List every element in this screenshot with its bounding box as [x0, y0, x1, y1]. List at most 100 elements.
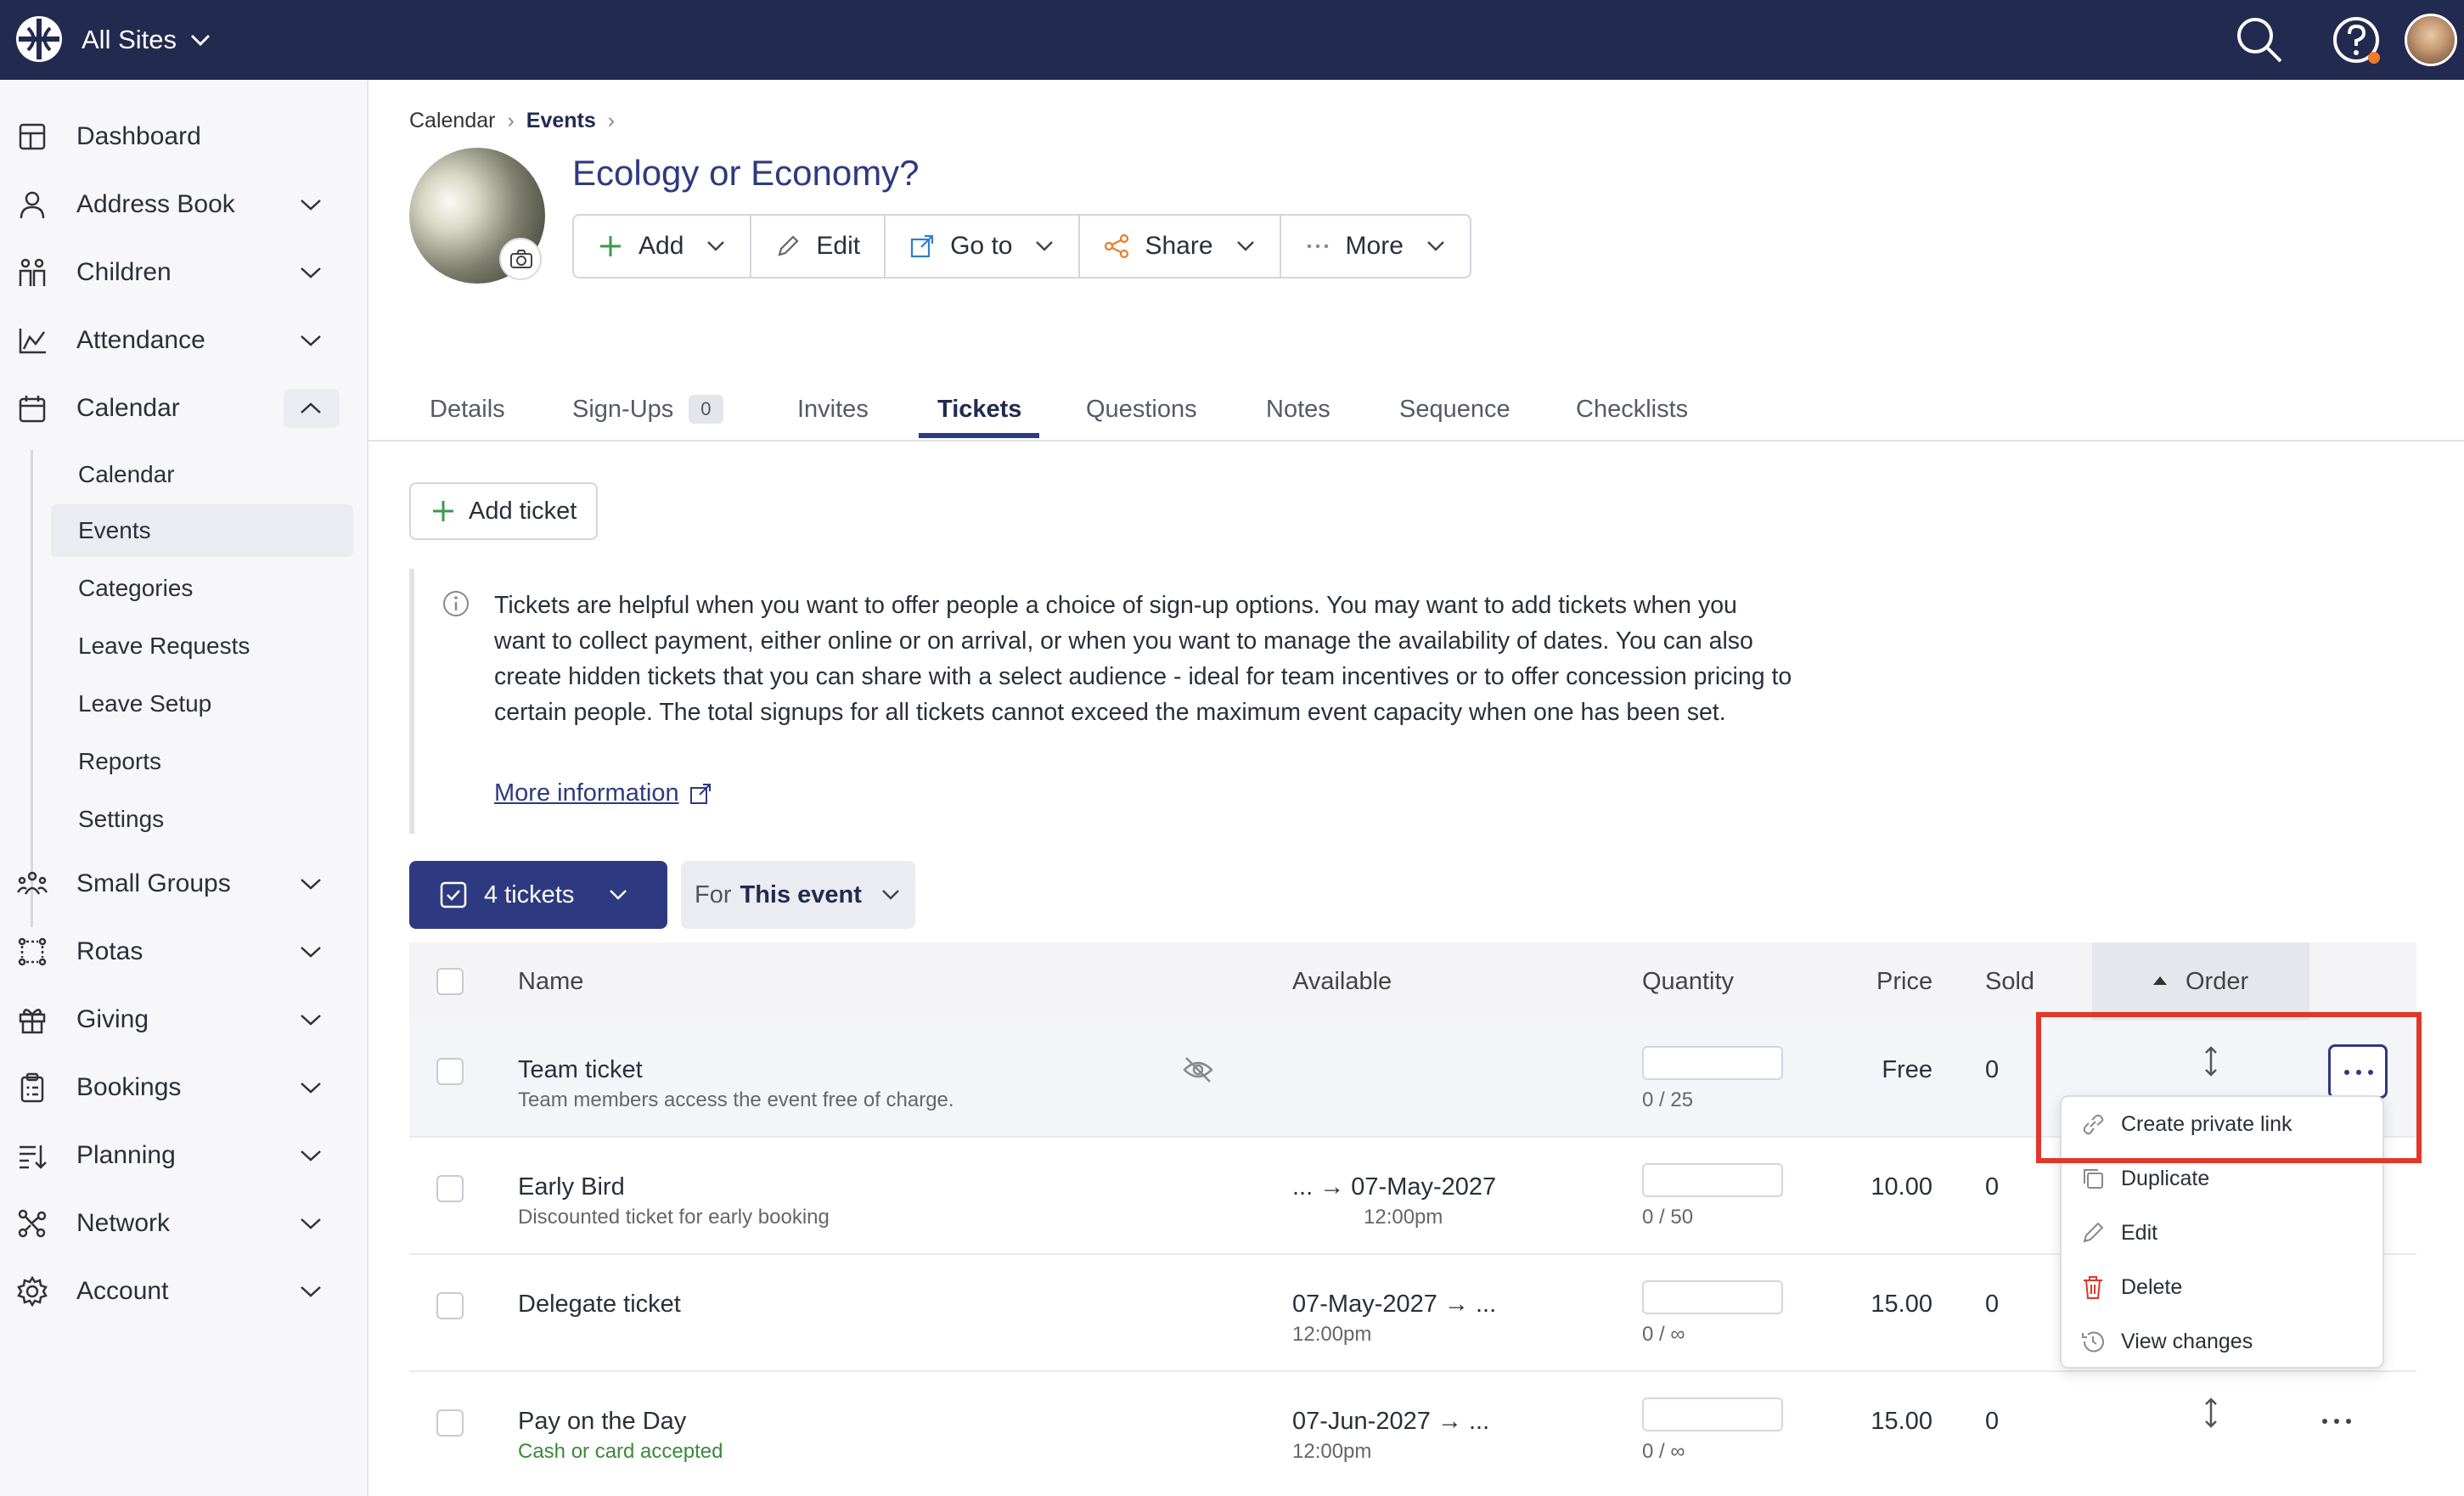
tab-tickets[interactable]: Tickets	[937, 377, 1021, 441]
row-checkbox[interactable]	[436, 1175, 464, 1202]
more-button[interactable]: More	[1281, 216, 1470, 277]
menu-item-view-changes[interactable]: View changes	[2062, 1314, 2386, 1369]
column-header-order[interactable]: Order	[2092, 942, 2309, 1021]
quantity-text: 0 / 50	[1642, 1206, 1694, 1229]
event-toolbar: Add Edit Go to Share More	[572, 214, 1471, 278]
external-link-icon	[910, 234, 934, 258]
brand-logo-icon[interactable]	[14, 14, 65, 65]
pencil-icon	[778, 235, 799, 256]
gift-icon	[19, 1009, 46, 1034]
chevron-down-icon[interactable]	[299, 1213, 323, 1234]
menu-item-delete[interactable]: Delete	[2062, 1260, 2386, 1314]
change-photo-button[interactable]	[499, 238, 542, 280]
edit-button[interactable]: Edit	[751, 216, 886, 277]
site-switcher[interactable]: All Sites	[82, 20, 211, 59]
sidebar-item-small-groups[interactable]: Small Groups	[0, 854, 368, 914]
subnav-item-reports[interactable]: Reports	[51, 735, 353, 788]
network-icon	[18, 1209, 47, 1238]
price-text: 15.00	[1871, 1408, 1932, 1435]
sidebar: Dashboard Address Book Children Attendan…	[0, 80, 368, 1496]
add-ticket-button[interactable]: Add ticket	[409, 482, 598, 540]
quantity-bar	[1642, 1398, 1783, 1431]
chevron-down-icon[interactable]	[299, 262, 323, 283]
sidebar-item-calendar[interactable]: Calendar	[0, 379, 368, 438]
subnav-item-categories[interactable]: Categories	[51, 562, 353, 615]
sidebar-item-attendance[interactable]: Attendance	[0, 311, 368, 370]
external-link-icon	[689, 783, 711, 804]
row-checkbox[interactable]	[436, 1292, 464, 1319]
sidebar-item-account[interactable]: Account	[0, 1262, 368, 1321]
column-header-price[interactable]: Price	[1876, 942, 1932, 1021]
search-icon[interactable]	[2233, 14, 2286, 66]
highlight-annotation	[2036, 1012, 2422, 1163]
more-information-label: More information	[494, 779, 679, 807]
info-text: Tickets are helpful when you want to off…	[494, 592, 1792, 726]
tab-details[interactable]: Details	[430, 377, 505, 441]
column-header-sold[interactable]: Sold	[1985, 942, 2034, 1021]
chevron-down-icon[interactable]	[299, 874, 323, 894]
table-row[interactable]: Pay on the Day Cash or card accepted 07-…	[409, 1372, 2416, 1489]
chevron-down-icon[interactable]	[299, 330, 323, 351]
chevron-down-icon[interactable]	[299, 1077, 323, 1098]
column-header-available[interactable]: Available	[1292, 942, 1392, 1021]
hidden-eye-icon	[1183, 1057, 1213, 1083]
chevron-down-icon[interactable]	[299, 942, 323, 962]
sidebar-item-label: Small Groups	[76, 869, 231, 897]
sidebar-item-dashboard[interactable]: Dashboard	[0, 107, 368, 166]
tab-sequence[interactable]: Sequence	[1399, 377, 1510, 441]
info-panel: Tickets are helpful when you want to off…	[409, 569, 1793, 834]
availability-time: 12:00pm	[1364, 1206, 1443, 1229]
menu-item-edit[interactable]: Edit	[2062, 1206, 2386, 1260]
chevron-down-icon[interactable]	[299, 1010, 323, 1030]
tab-sign-ups[interactable]: Sign-Ups 0	[572, 377, 723, 441]
row-checkbox[interactable]	[436, 1409, 464, 1437]
help-icon[interactable]	[2330, 14, 2382, 66]
sidebar-item-label: Calendar	[76, 394, 180, 422]
breadcrumb-calendar-link[interactable]: Calendar	[409, 109, 495, 133]
edit-button-label: Edit	[816, 232, 861, 260]
share-button[interactable]: Share	[1080, 216, 1281, 277]
column-header-quantity[interactable]: Quantity	[1642, 942, 1734, 1021]
row-actions-icon[interactable]	[2320, 1413, 2354, 1430]
subnav-item-leave-setup[interactable]: Leave Setup	[51, 678, 353, 730]
subnav-item-leave-requests[interactable]: Leave Requests	[51, 620, 353, 672]
sidebar-item-giving[interactable]: Giving	[0, 990, 368, 1049]
chevron-down-icon	[707, 241, 725, 251]
scope-dropdown[interactable]: For This event	[681, 861, 915, 929]
sidebar-item-network[interactable]: Network	[0, 1194, 368, 1253]
select-all-checkbox[interactable]	[436, 968, 464, 995]
sidebar-item-bookings[interactable]: Bookings	[0, 1058, 368, 1117]
quantity-text: 0 / 25	[1642, 1088, 1694, 1111]
sidebar-item-planning[interactable]: Planning	[0, 1126, 368, 1185]
tickets-select-dropdown[interactable]: 4 tickets	[409, 861, 667, 929]
active-tab-indicator	[919, 433, 1039, 438]
row-checkbox[interactable]	[436, 1058, 464, 1085]
sidebar-item-rotas[interactable]: Rotas	[0, 922, 368, 981]
chevron-down-icon[interactable]	[299, 1281, 323, 1302]
tab-invites[interactable]: Invites	[797, 377, 869, 441]
price-text: Free	[1882, 1056, 1932, 1083]
reorder-handle-icon[interactable]	[2194, 1396, 2228, 1430]
column-header-name[interactable]: Name	[518, 942, 583, 1021]
more-information-link[interactable]: More information	[494, 779, 712, 807]
goto-button[interactable]: Go to	[886, 216, 1081, 277]
tab-questions[interactable]: Questions	[1086, 377, 1197, 441]
subnav-item-calendar[interactable]: Calendar	[51, 448, 353, 501]
tab-notes[interactable]: Notes	[1266, 377, 1330, 441]
sidebar-item-address-book[interactable]: Address Book	[0, 175, 368, 234]
chevron-down-icon[interactable]	[299, 194, 323, 215]
ellipsis-icon	[1307, 244, 1328, 249]
count-badge: 0	[689, 395, 723, 424]
user-avatar[interactable]	[2405, 14, 2457, 66]
chevron-down-icon[interactable]	[299, 1145, 323, 1166]
subnav-item-events[interactable]: Events	[51, 504, 353, 557]
tab-checklists[interactable]: Checklists	[1576, 377, 1688, 441]
sidebar-item-label: Bookings	[76, 1073, 182, 1101]
breadcrumb-events-link[interactable]: Events	[526, 109, 596, 133]
plus-icon	[433, 501, 453, 521]
subnav-item-settings[interactable]: Settings	[51, 793, 353, 846]
tab-bar: Details Sign-Ups 0 Invites Tickets Quest…	[368, 377, 2464, 441]
sidebar-item-children[interactable]: Children	[0, 243, 368, 302]
add-button[interactable]: Add	[574, 216, 752, 277]
add-ticket-label: Add ticket	[469, 497, 577, 525]
